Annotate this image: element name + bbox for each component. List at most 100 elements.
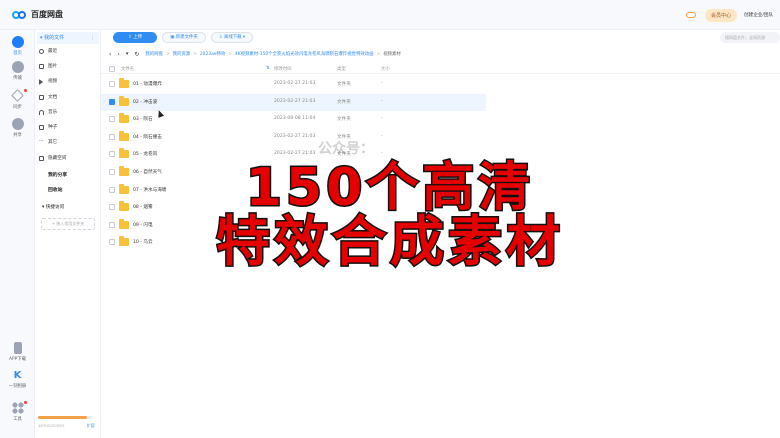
file-time: 2023-02-27 21:03 <box>274 151 316 157</box>
file-time: 2023-08-08 11:04 <box>274 116 316 122</box>
file-name[interactable]: 04 - 陨石撞击 <box>133 134 162 140</box>
sidebar-quick-access[interactable]: ▾ 快捷访问 <box>42 204 64 210</box>
rail-item-tools[interactable]: 工具 <box>0 401 35 422</box>
storage-expand-link[interactable]: 扩容 <box>87 423 95 429</box>
breadcrumb-item[interactable]: 4K视频素材-150个全景火焰光效闪电龙卷风海啸陨石爆炸视觉特效动画 <box>235 51 374 57</box>
sidebar-item-music[interactable]: 音乐 <box>39 109 57 117</box>
sidebar-item-images[interactable]: 图片 <box>39 63 58 71</box>
rail-item-transfer[interactable]: 传输 <box>0 61 35 81</box>
rail-item-home[interactable]: 首页 <box>0 36 35 56</box>
toolbar: ⇧ 上传 ▣ 新建文件夹 ⇩ 离线下载 ▾ 搜网盘文件，全网资源 <box>101 30 780 46</box>
file-name[interactable]: 10 - 乌云 <box>133 239 153 245</box>
app-title: 百度网盘 <box>31 10 63 19</box>
row-checkbox[interactable] <box>109 133 115 140</box>
file-type: 文件夹 <box>337 117 351 123</box>
breadcrumb-current: 视频素材 <box>383 52 401 57</box>
upload-button[interactable]: ⇧ 上传 <box>113 32 157 43</box>
sidebar-item-docs[interactable]: 文档 <box>39 94 57 102</box>
sidebar-item-videos[interactable]: 视频 <box>39 78 58 86</box>
row-checkbox[interactable] <box>109 81 115 87</box>
phone-icon <box>13 342 22 354</box>
rail-item-app-download[interactable]: APP下载 <box>0 342 35 362</box>
quick-access-label: 快捷访问 <box>45 205 65 210</box>
table-row[interactable]: 10 - 乌云 <box>101 234 486 251</box>
file-name[interactable]: 08 - 烟雾 <box>133 204 153 210</box>
sort-icon[interactable]: ⇅ <box>266 66 270 71</box>
table-row[interactable]: 06 - 自然天气 <box>101 164 486 181</box>
offline-download-button[interactable]: ⇩ 离线下载 ▾ <box>211 32 253 43</box>
ellipsis-icon: ··· <box>39 138 44 144</box>
table-row[interactable]: 08 - 烟雾 <box>101 199 486 216</box>
row-checkbox[interactable] <box>109 169 115 175</box>
sidebar-my-files-label: 我的文件 <box>44 35 65 41</box>
share-icon <box>11 118 24 130</box>
column-header-time[interactable]: 修改时间 <box>274 66 292 72</box>
file-name[interactable]: 02 - 冲击波 <box>133 99 157 105</box>
file-name[interactable]: 09 - 闪电 <box>133 222 153 228</box>
table-row[interactable]: 05 - 龙卷风 2023-02-27 21:03 文件夹 - <box>101 146 486 163</box>
sidebar-item-label: 其它 <box>48 140 58 145</box>
sidebar-item-recent[interactable]: 最近 <box>39 48 58 56</box>
column-header-size[interactable]: 大小 <box>381 66 390 72</box>
column-header-type[interactable]: 类型 <box>337 66 346 72</box>
table-row[interactable]: 01 - 动漫爆炸 2023-02-27 21:03 文件夹 - <box>101 76 486 93</box>
search-input[interactable]: 搜网盘文件，全网资源 <box>720 32 780 43</box>
rail-item-sync[interactable]: 同步 <box>0 89 35 110</box>
table-row[interactable]: 09 - 闪电 <box>101 217 486 234</box>
table-row[interactable]: 04 - 陨石撞击 2023-02-27 21:03 文件夹 - <box>101 129 486 146</box>
breadcrumb-item[interactable]: 2023ae特效 <box>200 51 225 57</box>
sidebar-item-label: 最近 <box>48 49 58 54</box>
file-name[interactable]: 01 - 动漫爆炸 <box>133 81 162 87</box>
rail-item-album[interactable]: K 一刻相册 <box>0 370 35 389</box>
sidebar-my-share[interactable]: 我的分享 <box>48 171 67 178</box>
clock-icon <box>39 49 44 54</box>
row-checkbox[interactable] <box>109 186 115 193</box>
column-header-name[interactable]: 文件名 <box>121 66 134 72</box>
row-checkbox[interactable] <box>109 204 115 211</box>
forward-icon[interactable]: › <box>117 51 119 58</box>
back-icon[interactable]: ‹ <box>109 51 111 58</box>
folder-icon <box>119 201 129 212</box>
breadcrumb-item[interactable]: 我的资源 <box>173 51 191 57</box>
breadcrumb-separator: > <box>193 51 197 57</box>
torrent-icon <box>39 125 44 130</box>
row-checkbox[interactable] <box>109 239 115 246</box>
file-size: - <box>381 81 383 86</box>
table-row[interactable]: 02 - 冲击波 2023-02-27 21:03 文件夹 - <box>101 93 486 111</box>
app-logo[interactable]: 百度网盘 <box>12 9 63 20</box>
sidebar-item-hidden-space[interactable]: 隐藏空间 <box>39 155 66 163</box>
upload-label: 上传 <box>133 35 143 40</box>
add-quick-access-drop-zone[interactable]: + 拖入常用文件夹 <box>41 218 95 230</box>
more-icon[interactable]: ⋮ <box>90 32 95 44</box>
notification-dot <box>24 89 27 92</box>
sidebar-item-other[interactable]: ··· 其它 <box>39 138 58 147</box>
sidebar-my-files[interactable]: ▾ 我的文件 ⋮ <box>37 32 99 44</box>
file-name[interactable]: 06 - 自然天气 <box>133 169 162 175</box>
breadcrumb-item[interactable]: 我的网盘 <box>145 51 163 57</box>
gamepad-icon[interactable] <box>685 12 696 18</box>
select-all-checkbox[interactable] <box>109 66 115 72</box>
table-row[interactable]: 07 - 洪水与海啸 <box>101 182 486 199</box>
row-checkbox[interactable] <box>109 116 115 123</box>
document-icon <box>39 95 44 100</box>
file-name[interactable]: 03 - 陨石 <box>133 116 153 122</box>
create-team-link[interactable]: 创建企业/团队 <box>744 12 780 18</box>
row-checkbox[interactable] <box>109 221 115 228</box>
sidebar-recycle-bin[interactable]: 回收站 <box>48 186 62 193</box>
row-checkbox[interactable] <box>109 98 115 105</box>
rail-item-share[interactable]: 共享 <box>0 118 35 138</box>
row-checkbox[interactable] <box>109 151 115 158</box>
sidebar-item-torrents[interactable]: 种子 <box>39 124 57 132</box>
left-rail: 首页 传输 同步 共享 APP下载 K 一刻相册 工具 <box>0 30 35 438</box>
rail-label: 传输 <box>13 76 22 81</box>
vip-center-button[interactable]: 会员中心 <box>704 8 737 22</box>
file-name[interactable]: 05 - 龙卷风 <box>133 151 157 157</box>
chevron-down-icon: ▾ <box>241 35 246 40</box>
sidebar-item-label: 图片 <box>48 64 58 69</box>
file-name[interactable]: 07 - 洪水与海啸 <box>133 187 166 193</box>
chevron-down-icon[interactable]: ▾ <box>126 51 129 57</box>
refresh-icon[interactable]: ↻ <box>134 51 139 58</box>
sidebar-item-label: 视频 <box>48 79 58 84</box>
new-folder-button[interactable]: ▣ 新建文件夹 <box>162 32 206 43</box>
top-bar: 百度网盘 会员中心 创建企业/团队 <box>0 0 780 30</box>
